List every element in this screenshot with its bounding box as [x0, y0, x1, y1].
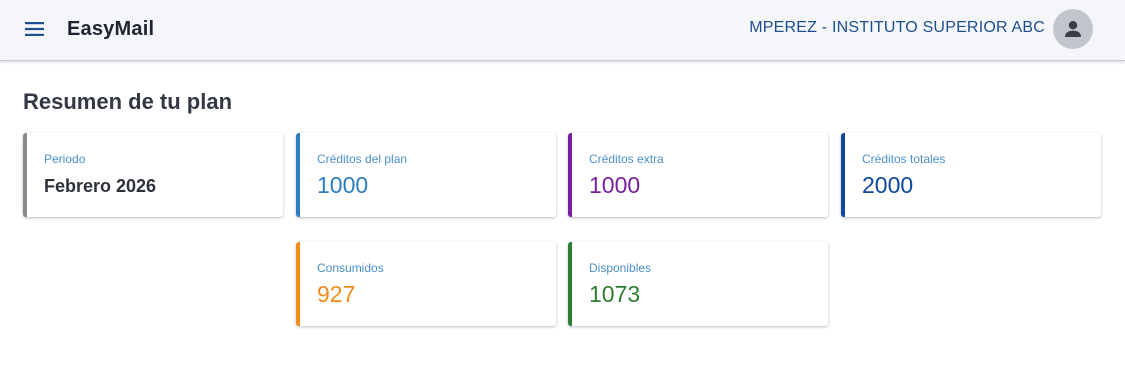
card-periodo: Periodo Febrero 2026	[23, 133, 283, 217]
card-consumidos: Consumidos 927	[296, 242, 556, 326]
section-title: Resumen de tu plan	[23, 89, 233, 114]
card-creditos-extra: Créditos extra 1000	[568, 133, 828, 217]
account-name[interactable]: MPEREZ - INSTITUTO SUPERIOR ABC	[749, 19, 1045, 37]
app-title: EasyMail	[67, 18, 155, 40]
card-label: Créditos del plan	[317, 152, 408, 166]
card-label: Consumidos	[317, 261, 384, 275]
card-value: 1000	[317, 172, 369, 198]
card-label: Créditos extra	[589, 152, 664, 166]
card-value: 1000	[589, 172, 641, 198]
card-label: Créditos totales	[862, 152, 946, 166]
card-label: Disponibles	[589, 261, 652, 275]
card-value: Febrero 2026	[44, 176, 157, 196]
card-label: Periodo	[44, 152, 86, 166]
menu-icon	[25, 22, 44, 36]
card-value: 1073	[589, 281, 641, 307]
card-value: 927	[317, 281, 356, 307]
card-creditos-plan: Créditos del plan 1000	[296, 133, 556, 217]
card-creditos-totales: Créditos totales 2000	[841, 133, 1101, 217]
card-disponibles: Disponibles 1073	[568, 242, 828, 326]
account-icon	[1065, 21, 1081, 37]
card-value: 2000	[862, 172, 914, 198]
menu-button[interactable]	[20, 14, 50, 44]
top-app-bar: EasyMail MPEREZ - INSTITUTO SUPERIOR ABC	[0, 0, 1125, 61]
avatar-button[interactable]	[1053, 9, 1093, 49]
